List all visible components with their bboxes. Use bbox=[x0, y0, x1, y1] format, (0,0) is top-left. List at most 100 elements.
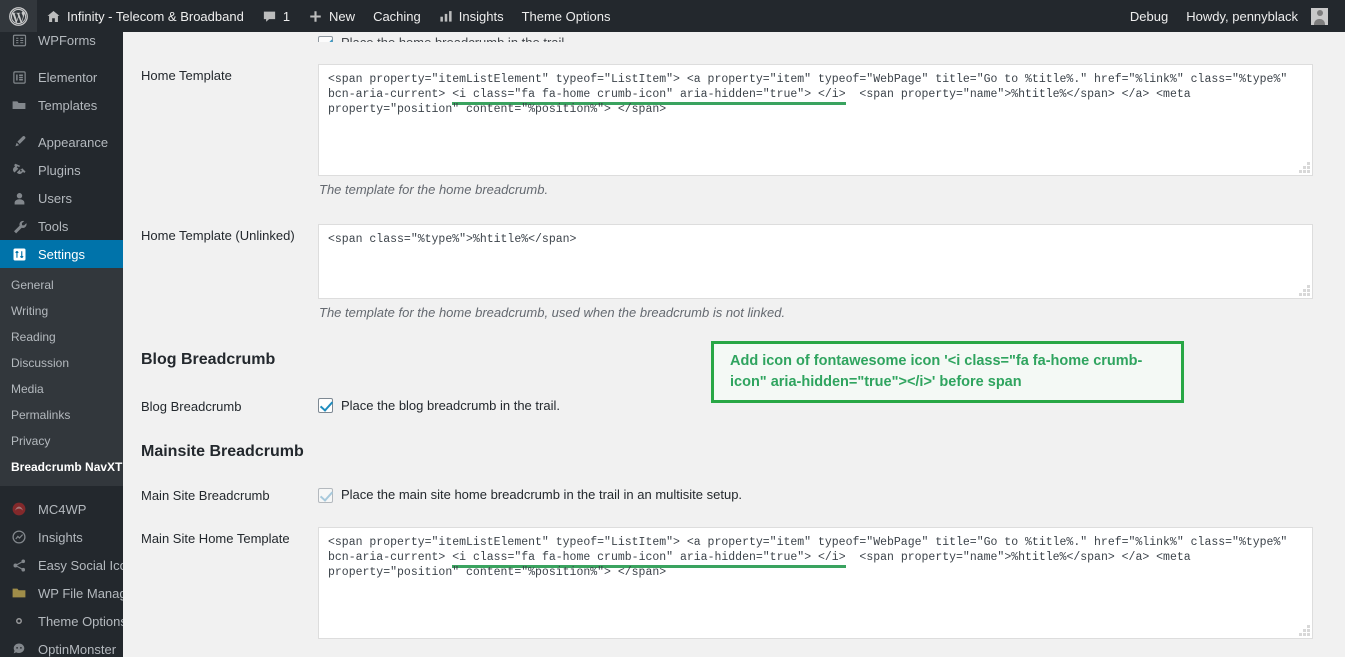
submenu-item-permalinks[interactable]: Permalinks bbox=[0, 402, 123, 428]
sidebar-item-settings[interactable]: Settings bbox=[0, 240, 123, 268]
sidebar-item-optinmonster[interactable]: OptinMonster bbox=[0, 635, 123, 657]
blog-section-heading-wrap: Blog Breadcrumb bbox=[141, 346, 318, 371]
home-template-unlinked-textarea-wrap: <span class="%type%">%htitle%</span> bbox=[318, 223, 1313, 299]
menu-separator bbox=[0, 486, 123, 495]
sidebar-label-plugins: Plugins bbox=[38, 162, 81, 178]
sidebar-item-easy-social-icons[interactable]: Easy Social Icons bbox=[0, 551, 123, 579]
sidebar-item-insights[interactable]: Insights bbox=[0, 523, 123, 551]
theme-options-menu[interactable]: Theme Options bbox=[513, 0, 620, 32]
home-breadcrumb-checkbox-label: Place the home breadcrumb in the trail. bbox=[341, 34, 568, 42]
label-home-template: Home Template bbox=[141, 68, 232, 83]
label-home-template-unlinked: Home Template (Unlinked) bbox=[141, 227, 295, 243]
admin-bar-left: Infinity - Telecom & Broadband 1 New Cac… bbox=[0, 0, 619, 32]
file-folder-icon bbox=[9, 583, 29, 603]
desc-home-template-unlinked: The template for the home breadcrumb, us… bbox=[319, 304, 786, 320]
sidebar-label-optinmonster: OptinMonster bbox=[38, 641, 117, 657]
wrench-icon bbox=[9, 216, 29, 236]
theme-options-label: Theme Options bbox=[521, 8, 611, 24]
brush-icon bbox=[9, 132, 29, 152]
submenu-item-breadcrumb-navxt[interactable]: Breadcrumb NavXT bbox=[0, 454, 123, 480]
new-label: New bbox=[329, 8, 356, 24]
home-breadcrumb-checkbox[interactable] bbox=[318, 35, 333, 42]
sidebar-item-wp-file-manager[interactable]: WP File Manager bbox=[0, 579, 123, 607]
insights-icon bbox=[9, 527, 29, 547]
submenu-item-writing[interactable]: Writing bbox=[0, 298, 123, 324]
wpforms-icon bbox=[9, 32, 29, 50]
main-site-breadcrumb-checkbox-label: Place the main site home breadcrumb in t… bbox=[341, 487, 743, 503]
new-content-menu[interactable]: New bbox=[299, 0, 364, 32]
caching-menu[interactable]: Caching bbox=[364, 0, 430, 32]
row-home-template-unlinked: Home Template (Unlinked) <span class="%t… bbox=[123, 200, 1345, 323]
row-field-clipped: Place the home breadcrumb in the trail. bbox=[318, 32, 1345, 42]
resize-grip-icon[interactable] bbox=[1297, 283, 1310, 296]
admin-sidebar: WPForms Elementor Templates Appearance P… bbox=[0, 32, 123, 657]
home-icon bbox=[46, 9, 61, 24]
label-main-site-breadcrumb: Main Site Breadcrumb bbox=[141, 488, 270, 504]
home-template-textarea-wrap: <span property="itemListElement" typeof=… bbox=[318, 64, 1313, 176]
menu-separator bbox=[0, 119, 123, 128]
menu-separator bbox=[0, 54, 123, 63]
comment-icon bbox=[262, 9, 277, 24]
wordpress-logo-icon bbox=[9, 6, 28, 26]
caching-label: Caching bbox=[373, 8, 421, 24]
comments-count: 1 bbox=[282, 8, 291, 24]
sidebar-item-theme-options[interactable]: Theme Options bbox=[0, 607, 123, 635]
debug-menu[interactable]: Debug bbox=[1121, 0, 1177, 32]
resize-grip-icon[interactable] bbox=[1297, 160, 1310, 173]
home-template-unlinked-textarea[interactable]: <span class="%type%">%htitle%</span> bbox=[318, 223, 1313, 299]
sidebar-label-mc4wp: MC4WP bbox=[38, 501, 87, 517]
wordpress-logo-menu[interactable] bbox=[0, 0, 37, 32]
main-site-breadcrumb-checkbox[interactable] bbox=[318, 488, 333, 504]
avatar bbox=[1311, 7, 1328, 25]
label-blog-breadcrumb: Blog Breadcrumb bbox=[141, 398, 242, 414]
comments-menu[interactable]: 1 bbox=[253, 0, 299, 32]
sidebar-label-elementor: Elementor bbox=[38, 69, 98, 85]
row-label-clipped bbox=[141, 32, 318, 36]
optinmonster-icon bbox=[9, 639, 29, 657]
site-name-menu[interactable]: Infinity - Telecom & Broadband bbox=[37, 0, 253, 32]
site-name-label: Infinity - Telecom & Broadband bbox=[67, 8, 244, 24]
bar-chart-icon bbox=[439, 9, 453, 23]
row-home-template: Home Template <span property="itemListEl… bbox=[123, 42, 1345, 200]
row-mainsite-section: Mainsite Breadcrumb bbox=[123, 416, 1345, 463]
sidebar-label-users: Users bbox=[38, 190, 72, 206]
submenu-item-media[interactable]: Media bbox=[0, 376, 123, 402]
row-main-site-breadcrumb: Main Site Breadcrumb Place the main site… bbox=[123, 462, 1345, 505]
sidebar-label-wpforms: WPForms bbox=[38, 32, 96, 48]
field-main-site-home-template: <span property="itemListElement" typeof=… bbox=[318, 527, 1345, 640]
home-template-textarea[interactable]: <span property="itemListElement" typeof=… bbox=[318, 64, 1313, 176]
submenu-item-discussion[interactable]: Discussion bbox=[0, 350, 123, 376]
debug-label: Debug bbox=[1129, 8, 1169, 24]
insights-menu[interactable]: Insights bbox=[430, 0, 513, 32]
mc4wp-icon bbox=[9, 499, 29, 519]
sidebar-item-plugins[interactable]: Plugins bbox=[0, 156, 123, 184]
sidebar-item-appearance[interactable]: Appearance bbox=[0, 128, 123, 156]
sidebar-label-tools: Tools bbox=[38, 218, 69, 234]
sidebar-label-theme-options: Theme Options bbox=[38, 613, 123, 629]
main-site-home-template-textarea[interactable]: <span property="itemListElement" typeof=… bbox=[318, 527, 1313, 640]
submenu-item-privacy[interactable]: Privacy bbox=[0, 428, 123, 454]
sidebar-label-appearance: Appearance bbox=[38, 134, 109, 150]
annotation-text: Add icon of fontawesome icon '<i class="… bbox=[730, 352, 1143, 390]
admin-bar-right: Debug Howdy, pennyblack bbox=[1121, 0, 1345, 32]
home-breadcrumb-row-clipped: Place the home breadcrumb in the trail. bbox=[123, 32, 1345, 42]
sidebar-item-users[interactable]: Users bbox=[0, 184, 123, 212]
row-main-site-home-template: Main Site Home Template <span property="… bbox=[123, 505, 1345, 640]
desc-home-template: The template for the home breadcrumb. bbox=[319, 182, 549, 197]
folder-icon bbox=[9, 95, 29, 115]
settings-submenu: General Writing Reading Discussion Media… bbox=[0, 268, 123, 486]
admin-bar: Infinity - Telecom & Broadband 1 New Cac… bbox=[0, 0, 1345, 32]
field-home-template: <span property="itemListElement" typeof=… bbox=[318, 64, 1345, 200]
sidebar-item-elementor[interactable]: Elementor bbox=[0, 63, 123, 91]
sidebar-item-wpforms[interactable]: WPForms bbox=[0, 32, 123, 54]
submenu-item-reading[interactable]: Reading bbox=[0, 324, 123, 350]
blog-breadcrumb-checkbox[interactable] bbox=[318, 398, 333, 414]
resize-grip-icon[interactable] bbox=[1297, 623, 1310, 637]
sidebar-item-templates[interactable]: Templates bbox=[0, 91, 123, 119]
sidebar-item-mc4wp[interactable]: MC4WP bbox=[0, 495, 123, 523]
my-account-menu[interactable]: Howdy, pennyblack bbox=[1177, 0, 1337, 32]
sidebar-label-wp-file-manager: WP File Manager bbox=[38, 585, 123, 601]
howdy-label: Howdy, pennyblack bbox=[1186, 8, 1298, 24]
sidebar-item-tools[interactable]: Tools bbox=[0, 212, 123, 240]
submenu-item-general[interactable]: General bbox=[0, 272, 123, 298]
